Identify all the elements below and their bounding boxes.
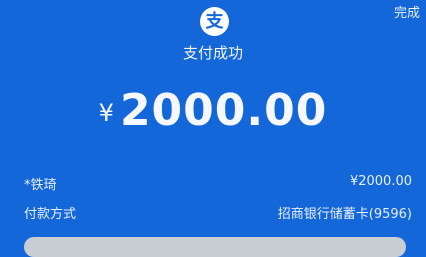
payee-row: *铁琦 ¥2000.00 <box>24 174 412 193</box>
currency-symbol: ¥ <box>98 99 114 127</box>
amount-display: ¥ 2000.00 <box>0 85 426 136</box>
payment-method-label: 付款方式 <box>24 207 77 222</box>
payment-success-title: 支付成功 <box>182 44 243 62</box>
alipay-logo: 支 <box>200 7 229 36</box>
bottom-action-bar[interactable] <box>24 237 406 257</box>
done-button[interactable]: 完成 <box>394 2 420 21</box>
payee-amount: ¥2000.00 <box>349 174 412 189</box>
alipay-logo-glyph: 支 <box>205 10 224 32</box>
amount-value: 2000.00 <box>119 85 328 136</box>
payment-method-value: 招商银行储蓄卡(9596) <box>277 207 412 222</box>
payee-name: *铁琦 <box>24 178 57 193</box>
payment-method-row: 付款方式 招商银行储蓄卡(9596) <box>24 203 412 222</box>
